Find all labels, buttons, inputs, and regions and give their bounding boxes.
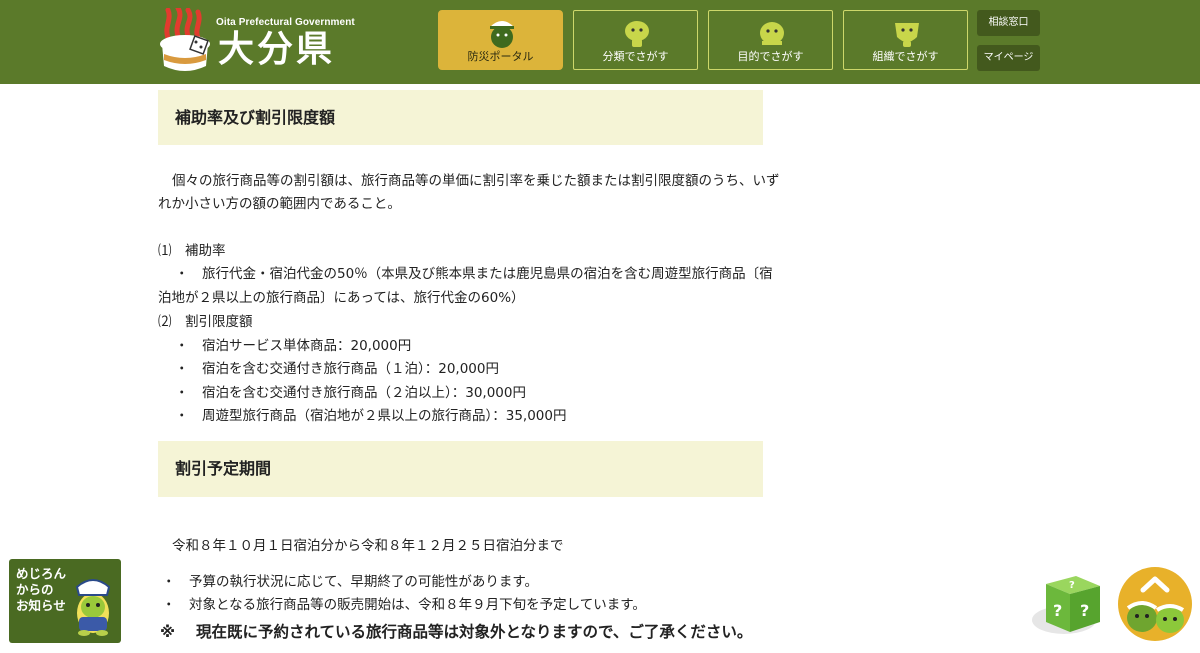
list-item: ・ 宿泊サービス単体商品：20,000円 (175, 338, 412, 354)
section-heading-period: 割引予定期間 (158, 441, 763, 497)
svg-text:?: ? (1053, 601, 1062, 620)
chevron-up-icon (1118, 567, 1192, 641)
site-logo[interactable]: Oita Prefectural Government 大分県 (156, 8, 355, 78)
list-item: ・ 宿泊を含む交通付き旅行商品（１泊）：20,000円 (175, 361, 499, 377)
warning-text: ※ 現在既に予約されている旅行商品等は対象外となりますので、ご了承ください。 (160, 623, 753, 641)
page-top-button[interactable] (1117, 566, 1193, 642)
nav-by-category[interactable]: 分類でさがす (573, 10, 698, 70)
site-header: Oita Prefectural Government 大分県 防災ポータル 分… (0, 0, 1200, 84)
subsidy-rate-item-line2: 泊地が２県以上の旅行商品〕にあっては、旅行代金の60%） (158, 290, 525, 306)
intro-text-line2: れか小さい方の額の範囲内であること。 (158, 196, 401, 212)
mascot-icon (625, 21, 649, 47)
discount-period-text: 令和８年１０月１日宿泊分から令和８年１２月２５日宿泊分まで (172, 538, 564, 554)
subsidy-rate-label: ⑴ 補助率 (158, 243, 226, 259)
mypage-link[interactable]: マイページ (977, 45, 1040, 71)
discount-limit-label: ⑵ 割引限度額 (158, 314, 253, 330)
mejiron-notice-button[interactable]: めじろん からの お知らせ (9, 559, 121, 643)
list-item: ・ 周遊型旅行商品（宿泊地が２県以上の旅行商品）：35,000円 (175, 408, 567, 424)
list-item: ・ 宿泊を含む交通付き旅行商品（２泊以上）：30,000円 (175, 385, 526, 401)
consultation-link[interactable]: 相談窓口 (977, 10, 1040, 36)
note-item: ・ 予算の執行状況に応じて、早期終了の可能性があります。 (162, 574, 538, 590)
section-heading-subsidy: 補助率及び割引限度額 (158, 90, 763, 145)
mascot-helmet-icon (490, 21, 514, 48)
nav-by-purpose[interactable]: 目的でさがす (708, 10, 833, 70)
help-cube-button[interactable]: ? ? ? (1030, 570, 1108, 638)
notice-label: めじろん からの お知らせ (16, 566, 67, 613)
nav-label: 防災ポータル (467, 50, 534, 63)
question-cube-icon: ? ? ? (1032, 576, 1100, 634)
onsen-mascot-icon (160, 8, 210, 71)
logo-japanese-text: 大分県 (218, 29, 336, 70)
nav-label: 組織でさがす (872, 50, 939, 63)
mascot-icon (895, 23, 919, 47)
nav-label: 分類でさがす (602, 50, 669, 63)
svg-text:?: ? (1069, 580, 1075, 591)
mascot-icon (760, 22, 784, 45)
svg-text:?: ? (1080, 601, 1089, 620)
nav-disaster-portal[interactable]: 防災ポータル (438, 10, 563, 70)
nav-label: 目的でさがす (737, 50, 804, 63)
subsidy-rate-item-line1: ・ 旅行代金・宿泊代金の50％（本県及び熊本県または鹿児島県の宿泊を含む周遊型旅… (175, 266, 773, 282)
logo-english-text: Oita Prefectural Government (216, 17, 355, 28)
mejiron-mascot-icon (75, 579, 111, 636)
note-item: ・ 対象となる旅行商品等の販売開始は、令和８年９月下旬を予定しています。 (162, 597, 646, 613)
nav-by-organization[interactable]: 組織でさがす (843, 10, 968, 70)
intro-text-line1: 個々の旅行商品等の割引額は、旅行商品等の単価に割引率を乗じた額または割引限度額の… (172, 173, 780, 189)
